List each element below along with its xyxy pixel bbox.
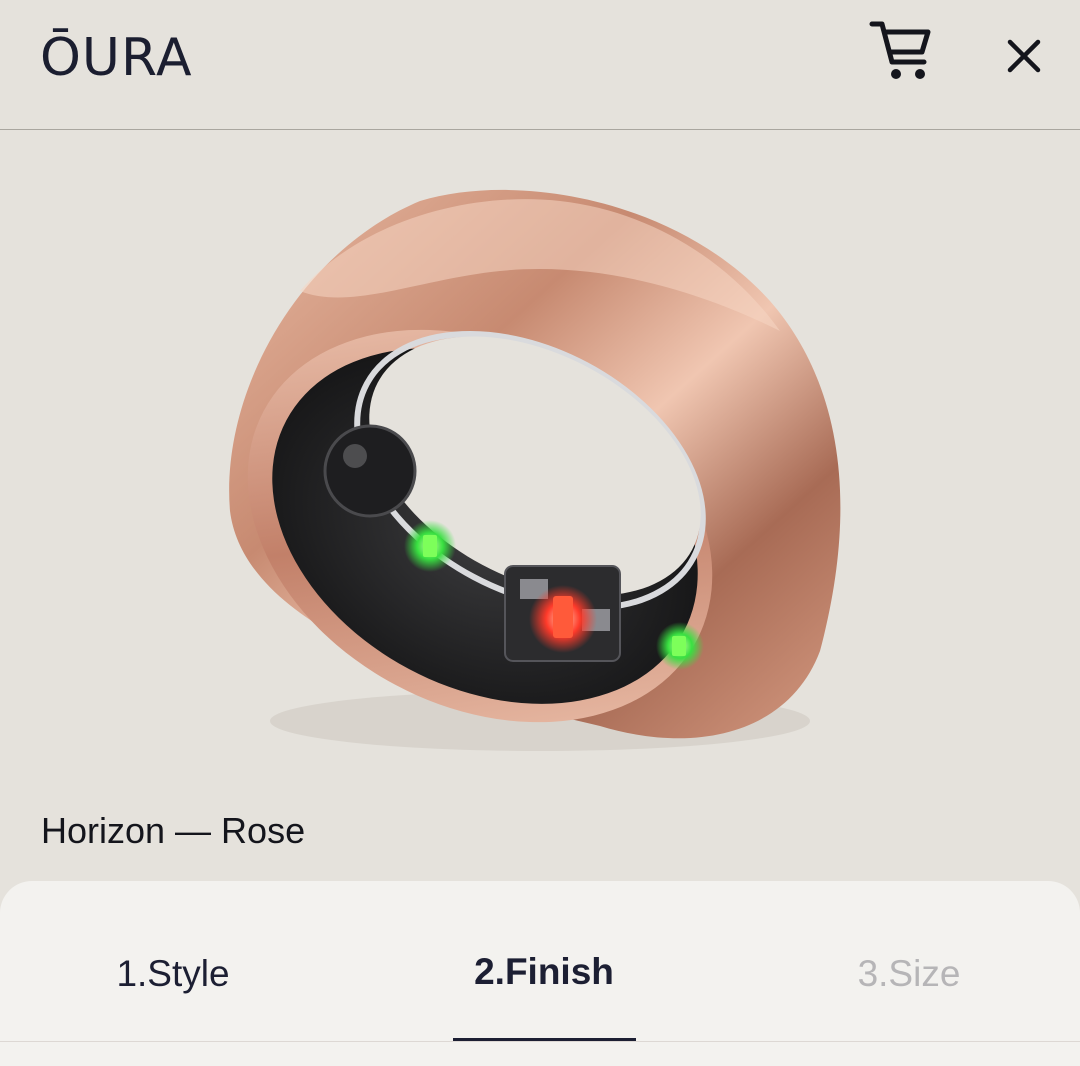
step-tabs-panel: 1.Style 2.Finish 3.Size xyxy=(0,881,1080,1066)
cart-button[interactable] xyxy=(866,18,936,84)
ring-image xyxy=(229,189,841,751)
tab-finish[interactable]: 2.Finish xyxy=(474,951,614,993)
close-button[interactable] xyxy=(1000,32,1048,80)
tab-style[interactable]: 1.Style xyxy=(116,953,229,995)
tabs-divider xyxy=(0,1041,1080,1042)
cart-icon xyxy=(869,21,931,79)
oura-logo[interactable]: ŌURA xyxy=(40,28,193,88)
tab-size[interactable]: 3.Size xyxy=(858,953,961,995)
close-icon xyxy=(1007,39,1041,73)
top-bar: ŌURA xyxy=(0,0,1080,130)
product-image xyxy=(0,131,1080,791)
product-name: Horizon — Rose xyxy=(41,810,306,851)
active-tab-indicator xyxy=(453,1038,636,1041)
